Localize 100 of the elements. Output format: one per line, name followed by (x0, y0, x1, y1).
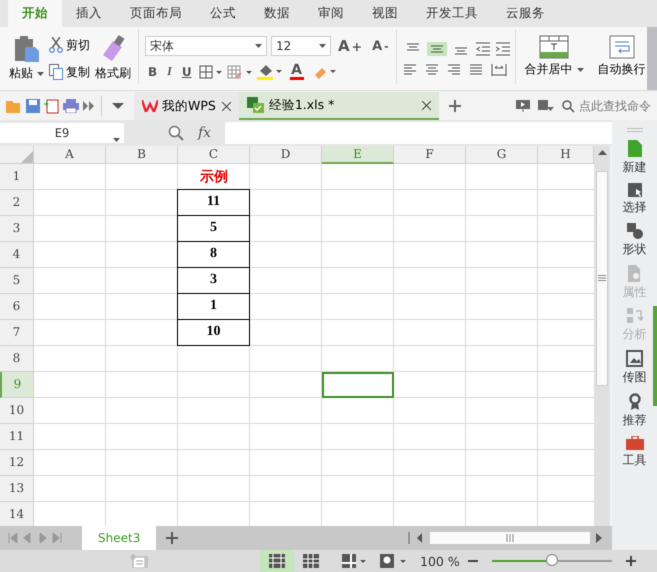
add-sheet-icon[interactable] (166, 532, 178, 544)
function-label[interactable]: fx (198, 124, 212, 141)
w-logo-icon (142, 100, 158, 112)
document-icon (628, 140, 642, 157)
row-header[interactable]: 6 (0, 294, 34, 320)
bold-button[interactable]: B (145, 64, 160, 80)
row-header[interactable]: 2 (0, 190, 34, 216)
menu-tab[interactable]: 插入 (62, 0, 116, 27)
row-header[interactable]: 13 (0, 476, 34, 502)
side-panel-button[interactable]: 新建 (622, 140, 646, 176)
copy-button[interactable]: 复制 (47, 62, 92, 82)
normal-view-button[interactable] (260, 550, 294, 572)
table-cell-text: 示例 (198, 168, 229, 187)
wrap-text-button[interactable]: 自动换行 (594, 33, 649, 84)
column-header[interactable]: C (178, 146, 250, 164)
align-button[interactable] (426, 42, 447, 56)
horizontal-scrollbar-thumb[interactable] (430, 532, 590, 544)
menu-tab[interactable]: 页面布局 (116, 0, 196, 27)
table-cell: 3 (177, 266, 250, 294)
command-search-field[interactable]: 点此查找命令 (579, 99, 651, 113)
font-name-dropdown[interactable]: 宋体 (145, 36, 267, 56)
menu-tab[interactable]: 开发工具 (412, 0, 492, 27)
layout-dropdown-icon[interactable] (342, 554, 366, 568)
save-icon[interactable] (26, 99, 40, 113)
menu-tab[interactable]: 审阅 (304, 0, 358, 27)
merge-center-button[interactable]: 合并居中 (522, 33, 587, 84)
distribute-icon[interactable] (490, 64, 507, 76)
bulb-dropdown-icon[interactable] (380, 554, 406, 568)
document-tab[interactable]: 我的WPS (134, 92, 239, 120)
align-center-icon[interactable] (424, 64, 439, 76)
zoom-in-icon[interactable] (626, 556, 636, 566)
selected-cell[interactable] (322, 372, 394, 398)
side-panel-button[interactable]: 工具 (622, 436, 646, 469)
ribbon-award-icon (628, 393, 640, 410)
name-box[interactable]: E9 (0, 122, 124, 143)
row-header[interactable]: 7 (0, 320, 34, 346)
column-header[interactable]: B (106, 146, 178, 164)
font-size-dropdown[interactable]: 12 (271, 36, 331, 56)
menu-tab[interactable]: 数据 (250, 0, 304, 27)
underline-button[interactable]: U (178, 64, 195, 80)
row-header[interactable]: 10 (0, 398, 34, 424)
borders-icon[interactable] (198, 64, 223, 78)
side-panel-button[interactable]: 形状 (622, 223, 646, 258)
column-header[interactable]: A (34, 146, 106, 164)
decrease-indent-icon[interactable] (474, 42, 491, 56)
side-panel-button[interactable]: 选择 (622, 183, 646, 216)
row-header[interactable]: 4 (0, 242, 34, 268)
side-panel-button[interactable]: 传图 (622, 350, 646, 386)
flag-dropdown-icon[interactable] (538, 100, 554, 112)
sheet-tab[interactable]: Sheet3 (82, 526, 156, 550)
row-header[interactable]: 3 (0, 216, 34, 242)
row-header[interactable]: 5 (0, 268, 34, 294)
row-header[interactable]: 14 (0, 502, 34, 526)
column-header[interactable]: G (466, 146, 538, 164)
document-tab[interactable]: 经验1.xls * (238, 92, 439, 120)
column-header[interactable]: F (394, 146, 466, 164)
paste-button[interactable]: 粘贴 (6, 33, 47, 84)
side-panel-button[interactable]: 推荐 (622, 393, 646, 429)
format-painter-button[interactable]: 格式刷 (92, 33, 134, 84)
row-header[interactable]: 1 (0, 164, 34, 190)
column-header[interactable]: H (538, 146, 594, 164)
italic-button[interactable]: I (164, 63, 175, 80)
panel-handle[interactable] (653, 306, 657, 406)
scroll-left-icon[interactable] (408, 532, 424, 544)
dropdown-icon[interactable] (112, 103, 124, 109)
add-tab-icon[interactable] (448, 100, 461, 112)
fill-color-icon[interactable] (256, 63, 283, 80)
search-icon (562, 100, 575, 112)
menu-tab[interactable]: 公式 (196, 0, 250, 27)
more-icon[interactable] (83, 101, 95, 111)
zoom-search-icon[interactable] (168, 124, 184, 141)
cut-button[interactable]: 剪切 (47, 36, 92, 54)
menu-tab[interactable]: 云服务 (492, 0, 559, 27)
close-icon[interactable] (222, 102, 231, 110)
export-pdf-icon[interactable] (44, 98, 59, 114)
slideshow-icon[interactable] (516, 100, 530, 112)
row-header[interactable]: 8 (0, 346, 34, 372)
zoom-slider-thumb[interactable] (546, 554, 558, 566)
drag-grip-icon[interactable] (626, 128, 642, 132)
formula-field[interactable] (225, 122, 612, 144)
scroll-right-icon[interactable] (596, 533, 602, 543)
vertical-scrollbar-thumb[interactable] (596, 170, 608, 386)
print-icon[interactable] (63, 99, 79, 113)
menu-tab[interactable]: 视图 (358, 0, 412, 27)
table-style-icon[interactable] (226, 64, 253, 78)
align-right-icon[interactable] (446, 64, 461, 76)
menu-tab[interactable]: 开始 (8, 0, 62, 27)
caret-icon (255, 44, 262, 48)
align-left-icon[interactable] (402, 64, 417, 76)
row-header[interactable]: 12 (0, 450, 34, 476)
column-header[interactable]: D (250, 146, 322, 164)
font-color-button[interactable]: A (286, 62, 307, 81)
cursor-icon (628, 183, 642, 197)
increase-indent-icon[interactable] (494, 42, 511, 56)
scroll-up-icon[interactable] (598, 150, 606, 155)
toolbox-icon (626, 436, 644, 450)
close-icon[interactable] (422, 100, 431, 110)
justify-icon[interactable] (468, 64, 483, 76)
table-cell: 5 (177, 214, 250, 242)
row-header[interactable]: 11 (0, 424, 34, 450)
